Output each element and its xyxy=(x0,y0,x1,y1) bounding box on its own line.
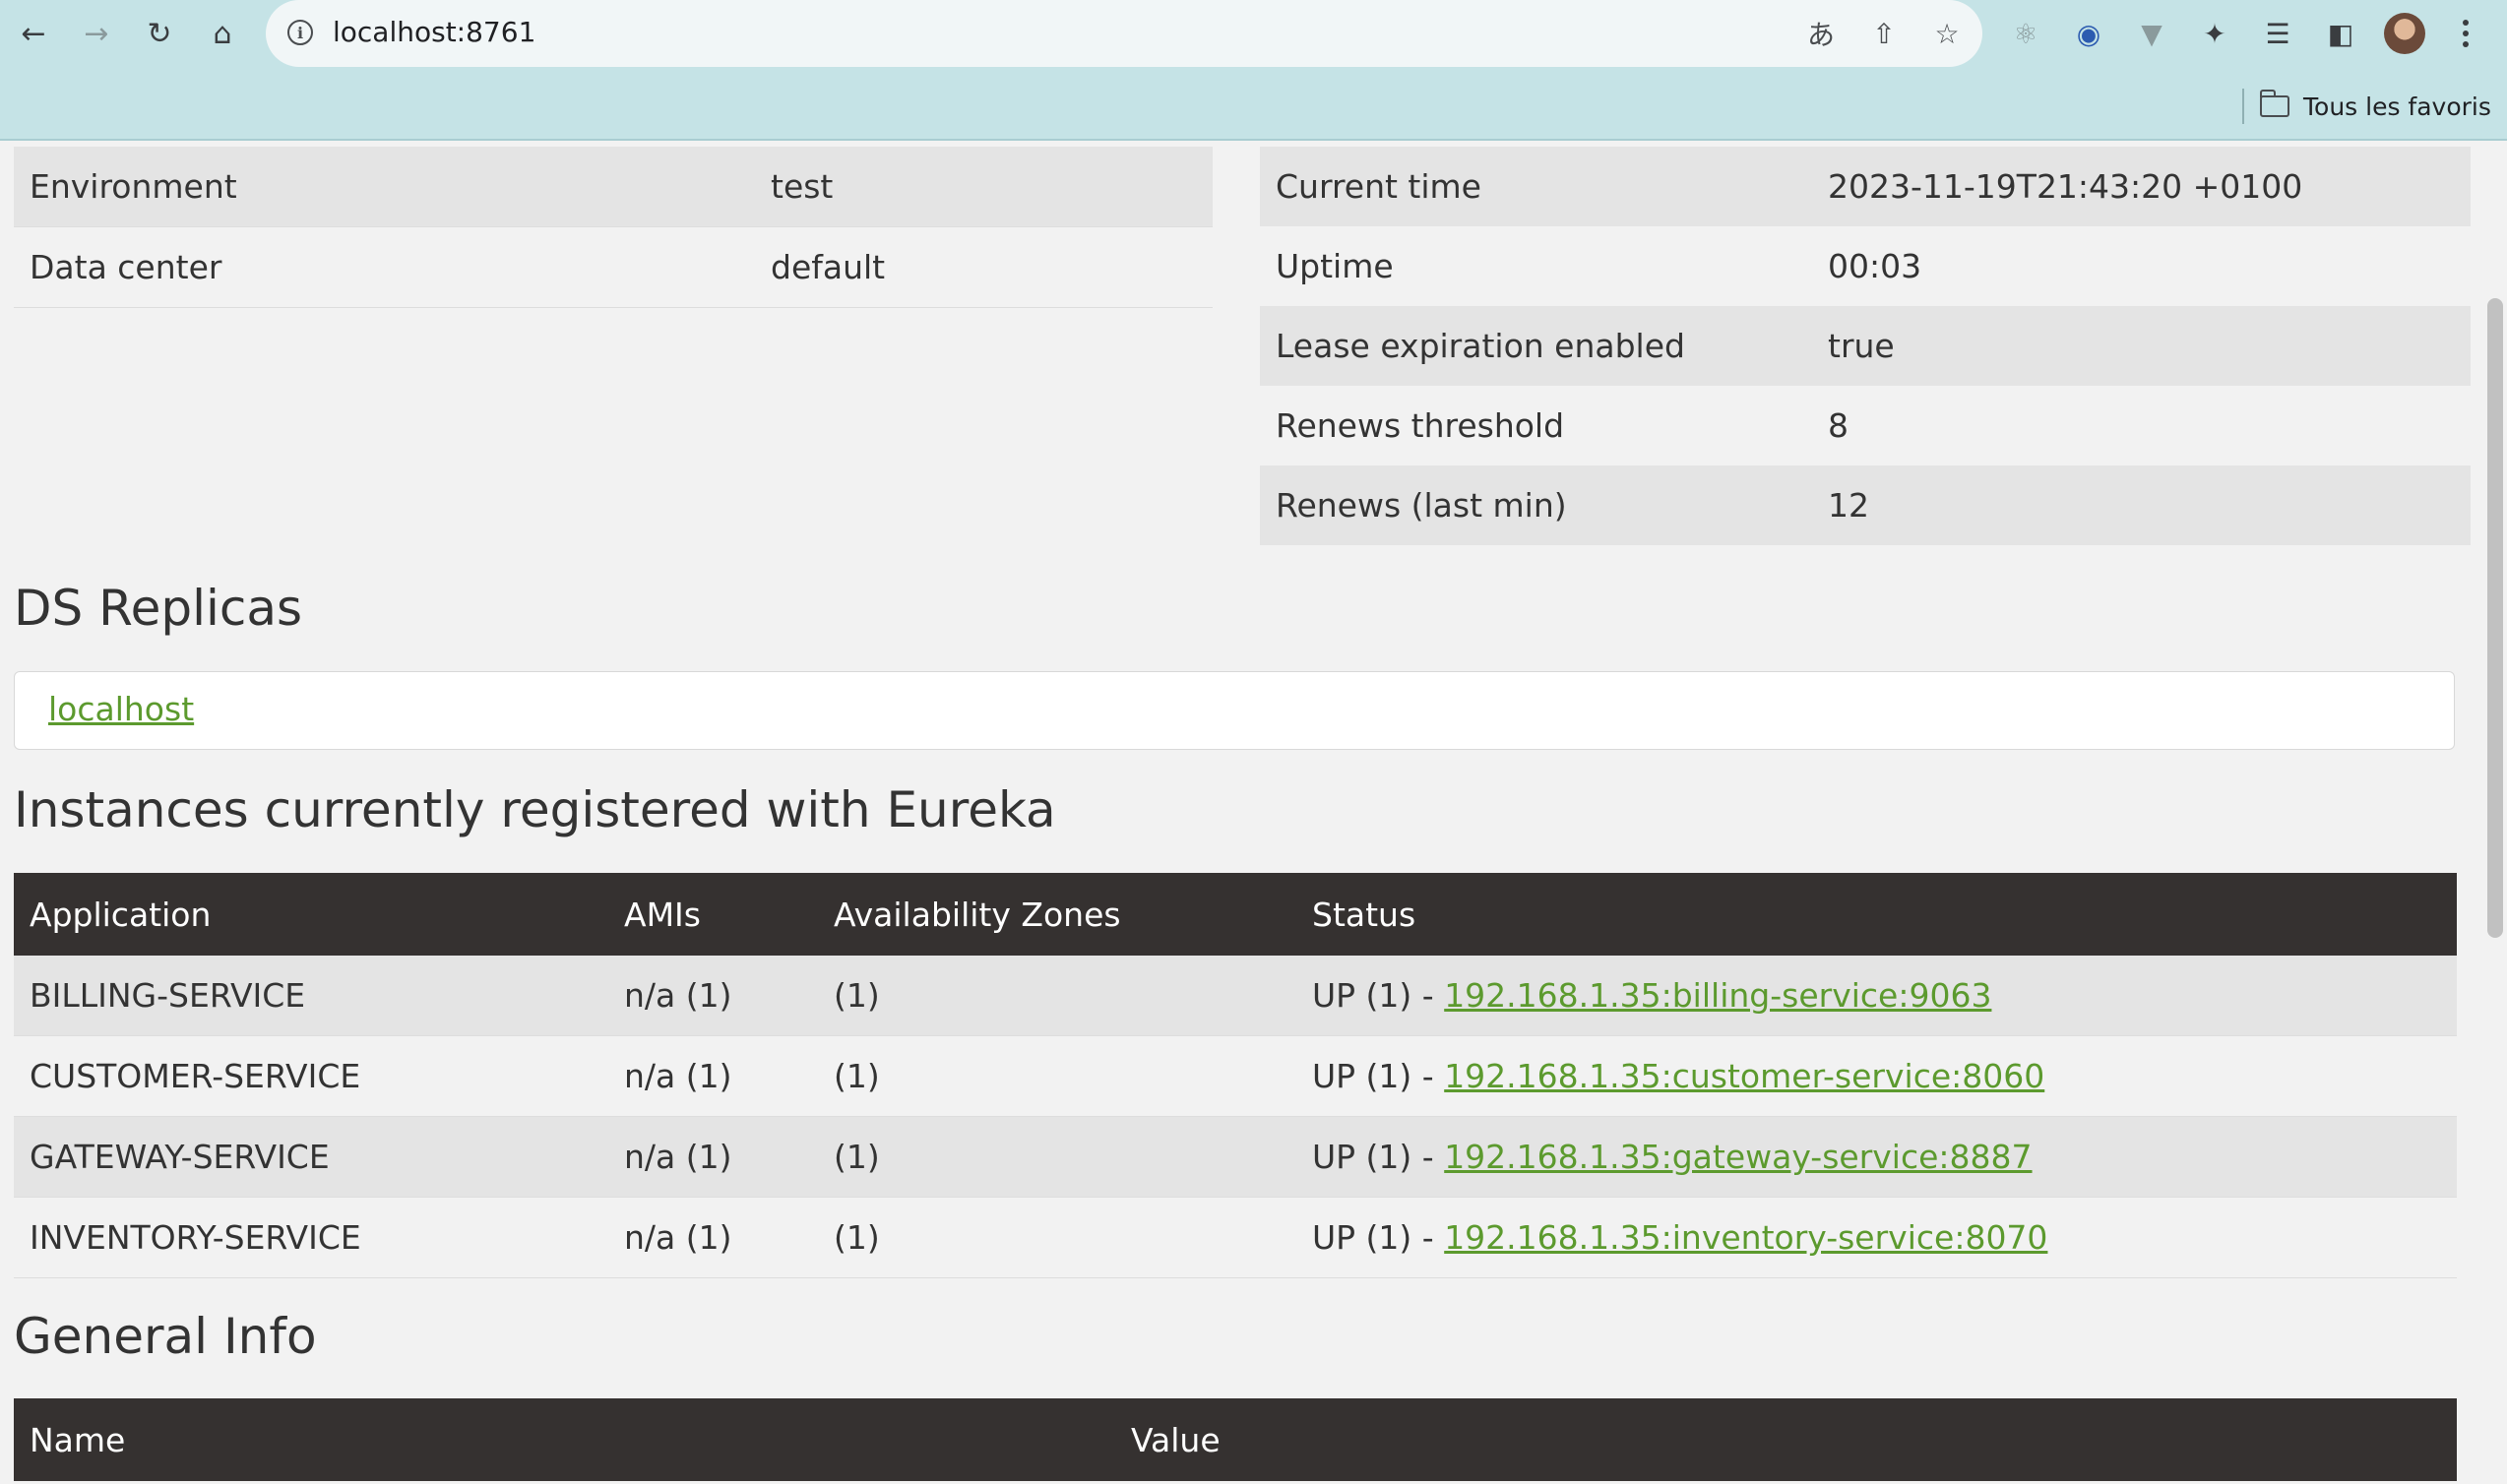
table-row: INVENTORY-SERVICE n/a (1) (1) UP (1) - 1… xyxy=(14,1197,2457,1278)
info-label: Uptime xyxy=(1260,226,1812,306)
info-value: 00:03 xyxy=(1812,226,2471,306)
column-header: Value xyxy=(1115,1398,2457,1481)
instances-table: Application AMIs Availability Zones Stat… xyxy=(14,873,2457,1278)
zones-cell: (1) xyxy=(818,1116,1296,1198)
extensions-puzzle-icon[interactable]: ✦ xyxy=(2195,14,2234,53)
all-bookmarks-label: Tous les favoris xyxy=(2303,92,2491,121)
extension-icon[interactable]: ◉ xyxy=(2069,14,2108,53)
profile-avatar[interactable] xyxy=(2384,13,2425,54)
status-text: UP (1) - xyxy=(1312,976,1445,1015)
general-info-table: Name Value xyxy=(14,1398,2457,1481)
table-row: Lease expiration enabled true xyxy=(1260,306,2471,386)
status-cell: UP (1) - 192.168.1.35:customer-service:8… xyxy=(1296,1035,2457,1117)
info-label: Renews (last min) xyxy=(1260,465,1812,545)
bookmark-star-icon[interactable]: ☆ xyxy=(1927,14,1967,53)
info-label: Data center xyxy=(14,226,755,308)
bookmarks-divider xyxy=(2242,89,2244,124)
share-icon[interactable]: ⇧ xyxy=(1864,14,1904,53)
url-text[interactable]: localhost:8761 xyxy=(333,16,535,48)
folder-icon xyxy=(2259,90,2289,117)
home-icon[interactable]: ⌂ xyxy=(203,14,242,53)
reload-icon[interactable]: ↻ xyxy=(140,14,179,53)
status-text: UP (1) - xyxy=(1312,1138,1445,1176)
table-row: Current time 2023-11-19T21:43:20 +0100 xyxy=(1260,147,2471,226)
media-queue-icon[interactable]: ☰ xyxy=(2258,14,2297,53)
column-header: Status xyxy=(1296,873,2457,956)
application-cell: BILLING-SERVICE xyxy=(14,956,608,1036)
instance-link[interactable]: 192.168.1.35:inventory-service:8070 xyxy=(1444,1218,2047,1257)
info-value: true xyxy=(1812,306,2471,386)
info-label: Renews threshold xyxy=(1260,386,1812,465)
zones-cell: (1) xyxy=(818,956,1296,1036)
system-status-left-table: Environment test Data center default xyxy=(14,147,1213,308)
vue-devtools-icon[interactable]: ▼ xyxy=(2132,14,2171,53)
info-value: default xyxy=(755,226,1213,308)
site-info-icon[interactable]: i xyxy=(287,20,313,45)
info-value: test xyxy=(755,147,1213,227)
react-devtools-icon[interactable]: ⚛ xyxy=(2006,14,2045,53)
info-value: 2023-11-19T21:43:20 +0100 xyxy=(1812,147,2471,226)
all-bookmarks-button[interactable]: Tous les favoris xyxy=(2259,89,2491,124)
table-row: Environment test xyxy=(14,147,1213,227)
column-header: Application xyxy=(14,873,608,956)
info-value: 12 xyxy=(1812,465,2471,545)
table-row: Uptime 00:03 xyxy=(1260,226,2471,306)
status-cell: UP (1) - 192.168.1.35:inventory-service:… xyxy=(1296,1197,2457,1278)
application-cell: INVENTORY-SERVICE xyxy=(14,1197,608,1278)
application-cell: GATEWAY-SERVICE xyxy=(14,1116,608,1198)
amis-cell: n/a (1) xyxy=(608,1116,818,1198)
zones-cell: (1) xyxy=(818,1035,1296,1117)
table-header-row: Application AMIs Availability Zones Stat… xyxy=(14,873,2457,956)
general-info-heading: General Info xyxy=(14,1308,317,1365)
browser-menu-icon[interactable] xyxy=(2451,14,2480,53)
info-label: Lease expiration enabled xyxy=(1260,306,1812,386)
ds-replicas-heading: DS Replicas xyxy=(14,580,303,637)
amis-cell: n/a (1) xyxy=(608,1197,818,1278)
scrollbar-thumb[interactable] xyxy=(2487,298,2503,938)
browser-toolbar: ← → ↻ ⌂ i localhost:8761 あ ⇧ ☆ ⚛ ◉ ▼ ✦ ☰… xyxy=(0,0,2507,141)
table-row: Renews (last min) 12 xyxy=(1260,465,2471,545)
table-header-row: Name Value xyxy=(14,1398,2457,1481)
back-icon[interactable]: ← xyxy=(14,14,53,53)
replica-link[interactable]: localhost xyxy=(48,690,194,728)
instance-link[interactable]: 192.168.1.35:customer-service:8060 xyxy=(1444,1057,2044,1095)
status-cell: UP (1) - 192.168.1.35:gateway-service:88… xyxy=(1296,1116,2457,1198)
table-row: BILLING-SERVICE n/a (1) (1) UP (1) - 192… xyxy=(14,956,2457,1036)
info-label: Current time xyxy=(1260,147,1812,226)
status-text: UP (1) - xyxy=(1312,1057,1445,1095)
ds-replicas-list: localhost xyxy=(14,671,2455,750)
side-panel-icon[interactable]: ◧ xyxy=(2321,14,2360,53)
amis-cell: n/a (1) xyxy=(608,956,818,1036)
instances-heading: Instances currently registered with Eure… xyxy=(14,781,1056,838)
address-bar[interactable]: i localhost:8761 あ ⇧ ☆ xyxy=(266,0,1982,67)
application-cell: CUSTOMER-SERVICE xyxy=(14,1035,608,1117)
instance-link[interactable]: 192.168.1.35:billing-service:9063 xyxy=(1444,976,1991,1015)
amis-cell: n/a (1) xyxy=(608,1035,818,1117)
column-header: Availability Zones xyxy=(818,873,1296,956)
info-value: 8 xyxy=(1812,386,2471,465)
table-row: CUSTOMER-SERVICE n/a (1) (1) UP (1) - 19… xyxy=(14,1035,2457,1117)
column-header: Name xyxy=(14,1398,1115,1481)
table-row: Data center default xyxy=(14,226,1213,308)
translate-icon[interactable]: あ xyxy=(1801,14,1841,53)
instance-link[interactable]: 192.168.1.35:gateway-service:8887 xyxy=(1444,1138,2032,1176)
column-header: AMIs xyxy=(608,873,818,956)
info-label: Environment xyxy=(14,147,755,227)
status-cell: UP (1) - 192.168.1.35:billing-service:90… xyxy=(1296,956,2457,1036)
system-status-right-table: Current time 2023-11-19T21:43:20 +0100 U… xyxy=(1260,147,2471,545)
table-row: GATEWAY-SERVICE n/a (1) (1) UP (1) - 192… xyxy=(14,1116,2457,1198)
table-row: Renews threshold 8 xyxy=(1260,386,2471,465)
zones-cell: (1) xyxy=(818,1197,1296,1278)
status-text: UP (1) - xyxy=(1312,1218,1445,1257)
forward-icon[interactable]: → xyxy=(77,14,116,53)
